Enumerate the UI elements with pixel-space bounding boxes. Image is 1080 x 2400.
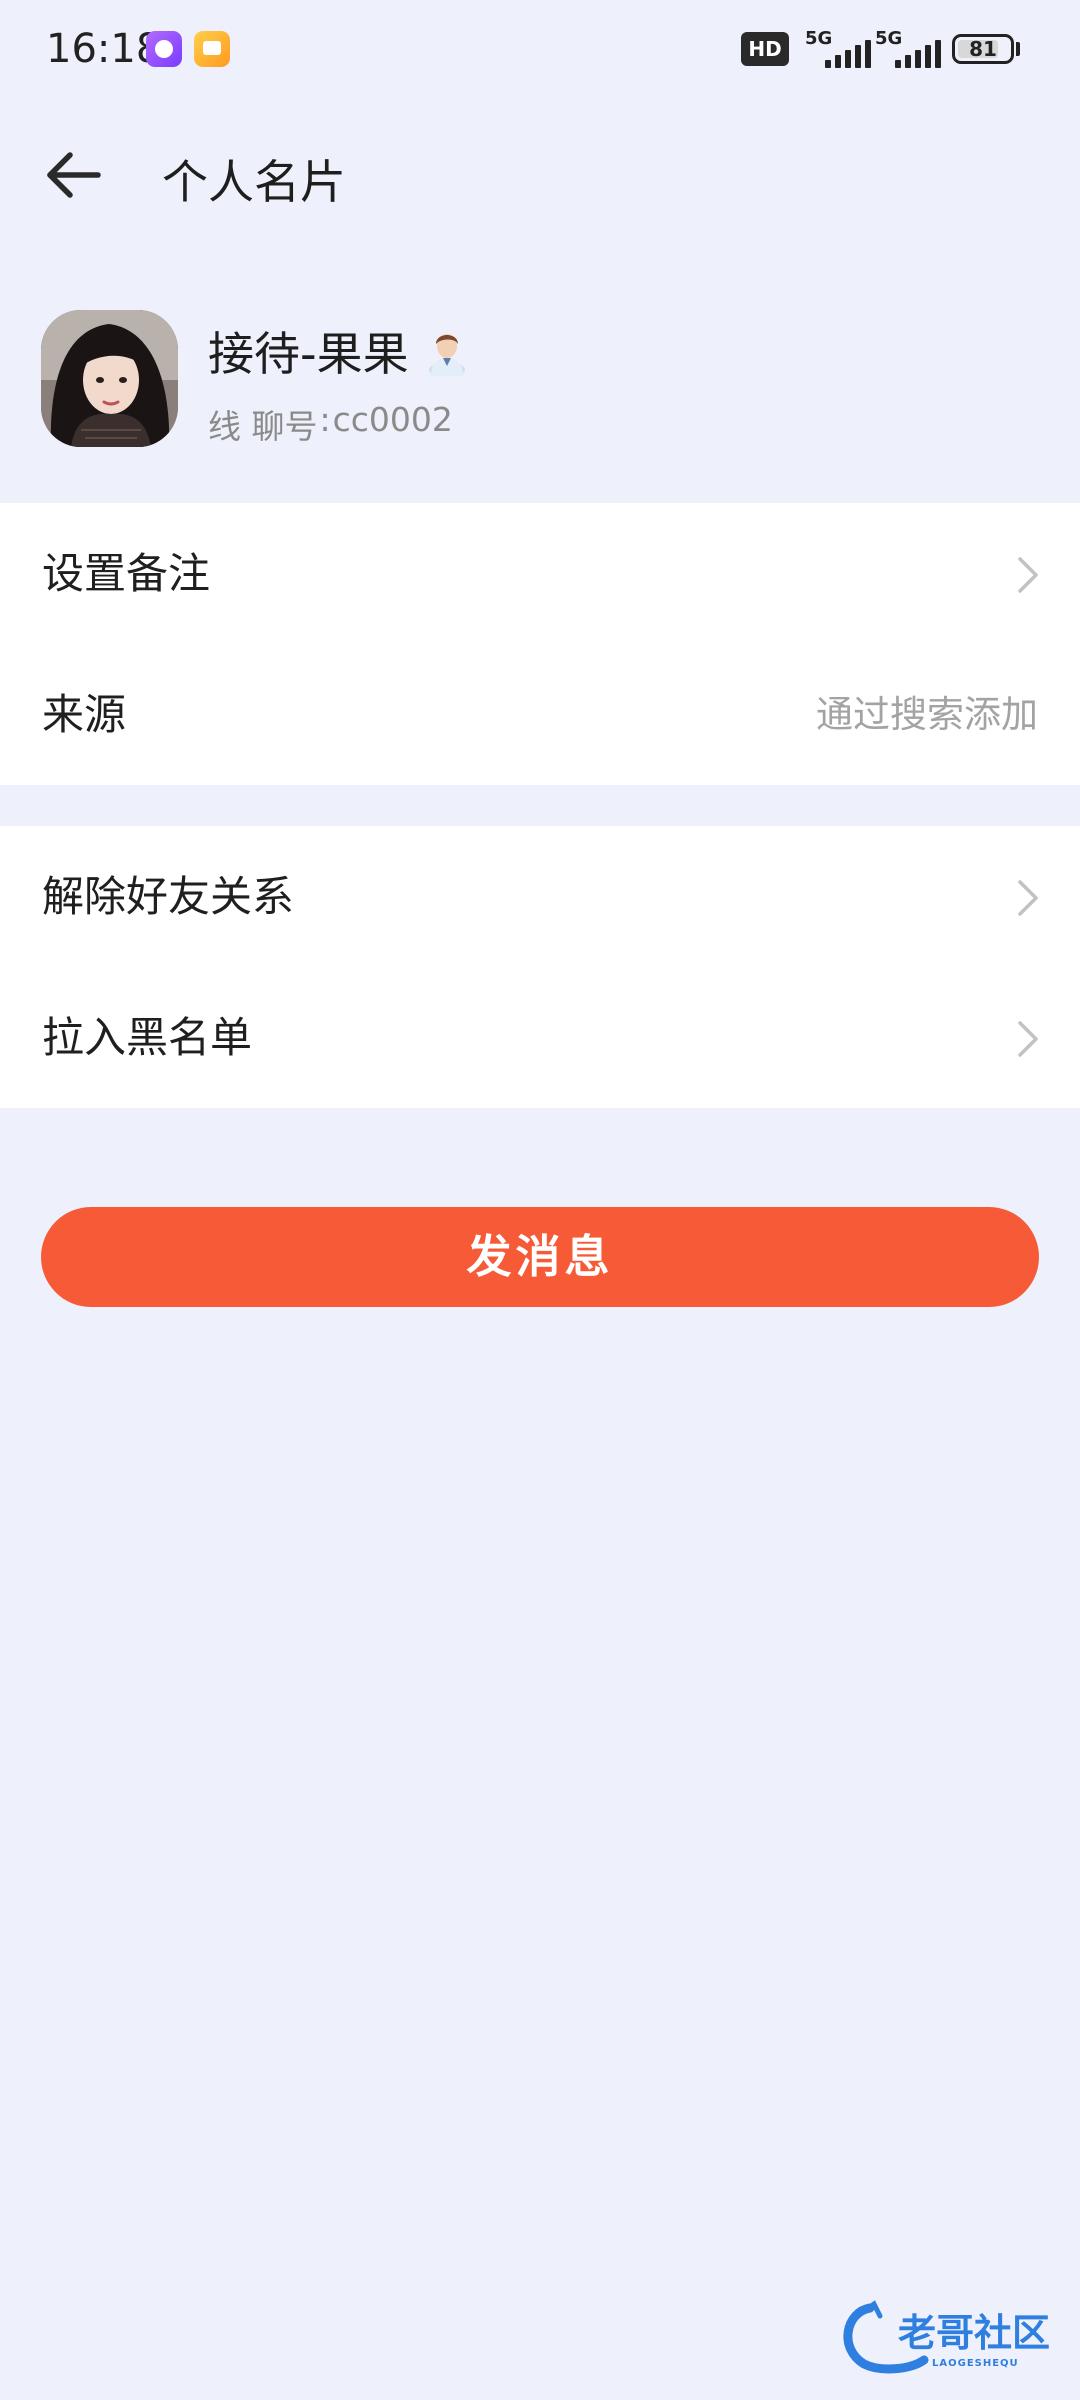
chevron-right-icon [1018, 880, 1038, 916]
chevron-right-icon [1018, 1021, 1038, 1057]
hd-voice-badge: HD [741, 32, 789, 66]
avatar[interactable] [41, 310, 178, 447]
watermark-logo: 老哥社区 LAOGESHEQU [843, 2300, 1050, 2374]
page-header: 个人名片 [0, 120, 1080, 230]
status-time: 16:18 [46, 26, 162, 72]
source-row: 来源 通过搜索添加 [0, 644, 1080, 785]
settings-section: 设置备注 来源 通过搜索添加 [0, 503, 1080, 785]
blacklist-label: 拉入黑名单 [42, 1013, 253, 1062]
profile-id-label: 线 聊号 [208, 407, 318, 446]
svg-text:老哥社区: 老哥社区 [898, 2311, 1050, 2355]
blacklist-row[interactable]: 拉入黑名单 [0, 967, 1080, 1108]
profile-name: 接待-果果 [208, 327, 409, 381]
chevron-right-icon [1018, 557, 1038, 593]
profile-id-value: cc0002 [332, 400, 453, 439]
source-label: 来源 [42, 690, 127, 739]
set-remark-label: 设置备注 [42, 549, 211, 598]
profile-card: 接待-果果 线 聊号 : cc0002 [0, 300, 1080, 460]
profile-id-row: 线 聊号 : cc0002 [208, 400, 453, 448]
message-notification-icon [194, 31, 230, 67]
svg-text:LAOGESHEQU: LAOGESHEQU [932, 2358, 1019, 2369]
unfriend-label: 解除好友关系 [42, 872, 295, 921]
source-value: 通过搜索添加 [816, 693, 1038, 736]
profile-id-separator: : [319, 400, 331, 439]
page-title: 个人名片 [162, 155, 346, 209]
set-remark-row[interactable]: 设置备注 [0, 503, 1080, 644]
avatar-image [41, 310, 178, 447]
battery-icon: 81 [952, 34, 1014, 64]
actions-section: 解除好友关系 拉入黑名单 [0, 826, 1080, 1108]
arrow-left-icon [47, 152, 101, 198]
battery-cap [1016, 42, 1020, 56]
app-notification-icon [146, 31, 182, 67]
send-message-button[interactable]: 发消息 [41, 1207, 1039, 1307]
signal-bars [895, 40, 943, 68]
staff-icon [428, 334, 465, 376]
back-button[interactable] [36, 142, 112, 208]
signal-bars [825, 40, 873, 68]
battery-level: 81 [969, 37, 997, 61]
profile-name-row: 接待-果果 [208, 320, 469, 382]
status-bar: 16:18 HD 5G 5G 81 [0, 0, 1080, 100]
unfriend-row[interactable]: 解除好友关系 [0, 826, 1080, 967]
